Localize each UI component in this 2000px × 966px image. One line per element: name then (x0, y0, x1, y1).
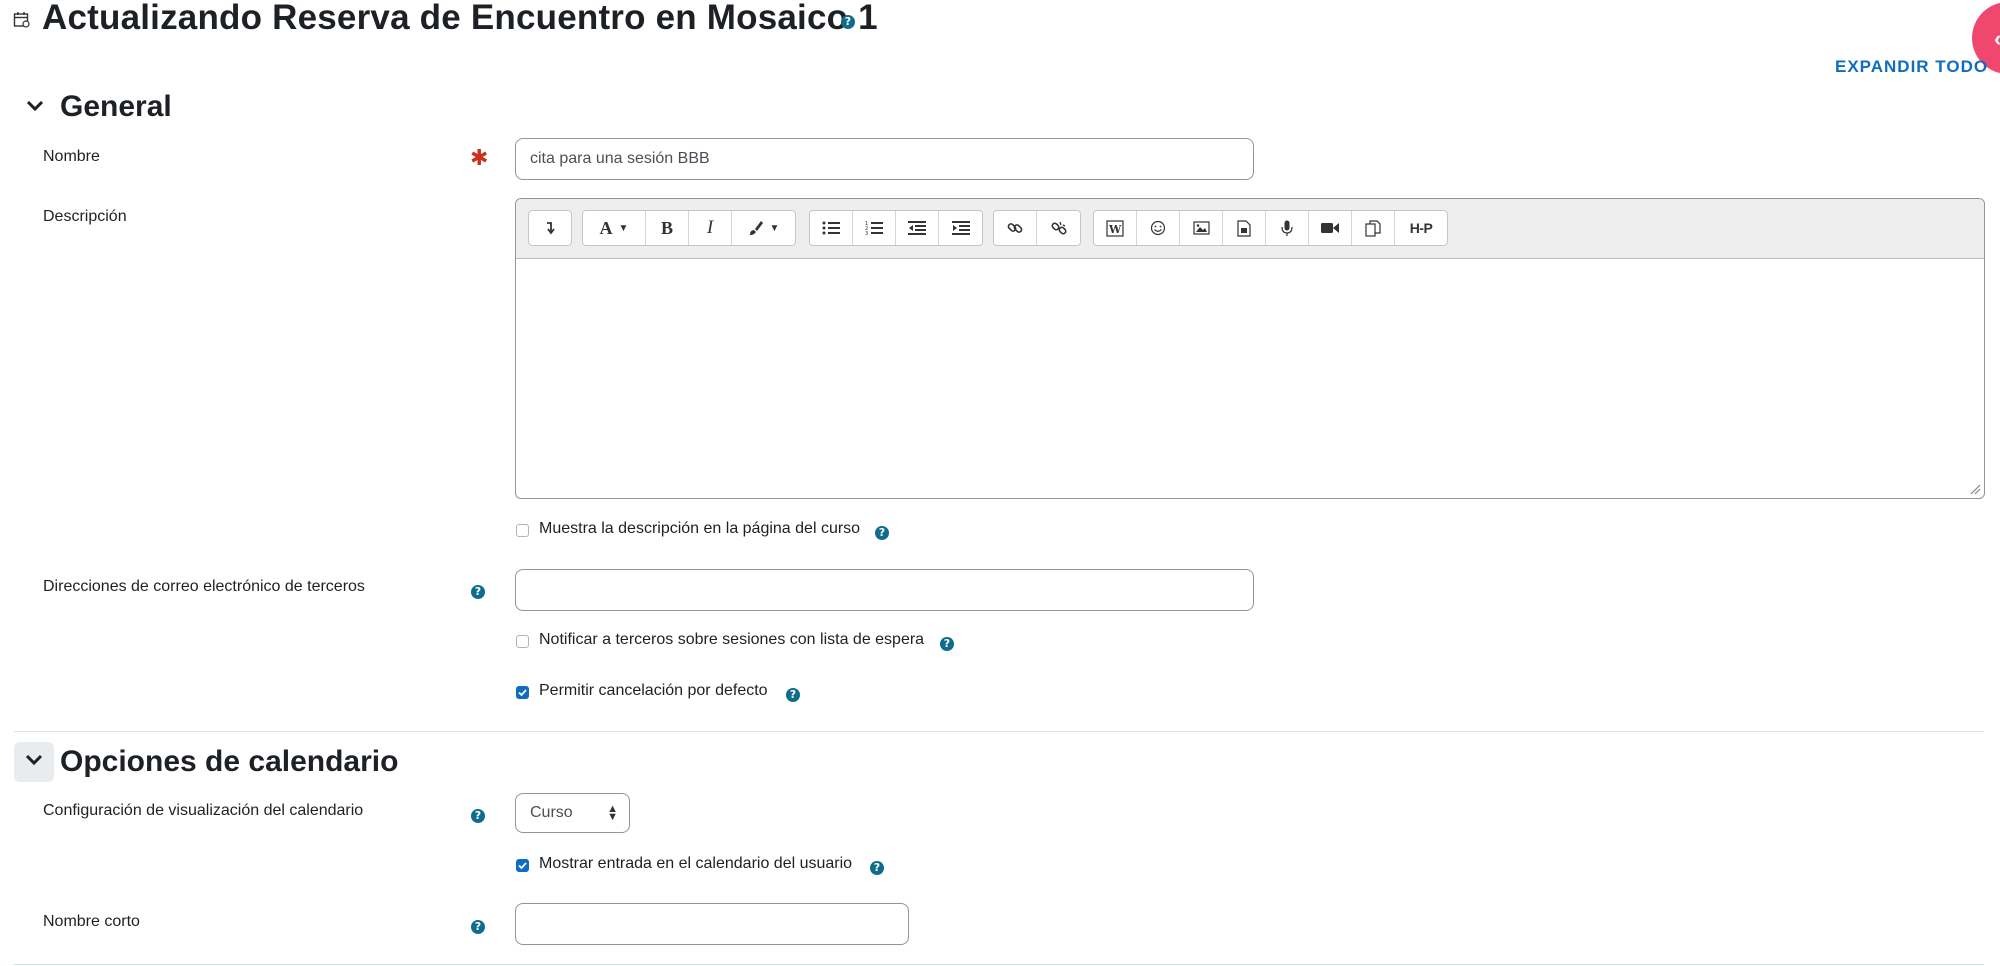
section-divider (14, 964, 1984, 965)
outdent-icon[interactable] (896, 211, 939, 245)
svg-text:3: 3 (865, 231, 868, 236)
short-name-label: Nombre corto (43, 913, 140, 930)
show-user-calendar-label: Mostrar entrada en el calendario del usu… (539, 855, 853, 872)
link-icon[interactable] (994, 211, 1037, 245)
calendar-booking-icon (13, 11, 33, 31)
record-audio-icon[interactable] (1266, 211, 1309, 245)
help-icon[interactable]: ? (841, 15, 855, 29)
help-icon[interactable]: ? (471, 809, 485, 823)
editor-toolbar: A ▼ B I ▼ 123 W H-P (516, 199, 1984, 259)
show-user-calendar-checkbox[interactable] (516, 859, 529, 872)
emoji-icon[interactable] (1137, 211, 1180, 245)
indent-icon[interactable] (939, 211, 982, 245)
bold-icon[interactable]: B (646, 211, 689, 245)
chevron-left-icon: ‹ (1994, 26, 2000, 52)
ordered-list-icon[interactable]: 123 (853, 211, 896, 245)
description-editor[interactable]: A ▼ B I ▼ 123 W H-P (515, 198, 1985, 499)
record-video-icon[interactable] (1309, 211, 1352, 245)
font-style-icon[interactable]: A ▼ (583, 211, 646, 245)
show-description-label: Muestra la descripción en la página del … (539, 520, 861, 537)
help-icon[interactable]: ? (471, 920, 485, 934)
third-party-emails-label: Direcciones de correo electrónico de ter… (43, 578, 365, 595)
allow-cancellation-checkbox[interactable] (516, 686, 529, 699)
help-icon[interactable]: ? (940, 637, 954, 651)
notify-third-party-checkbox[interactable] (516, 635, 529, 648)
section-collapse-toggle[interactable] (14, 742, 54, 782)
description-label: Descripción (43, 208, 127, 225)
show-description-checkbox[interactable] (516, 524, 529, 537)
h5p-icon[interactable]: H-P (1395, 211, 1447, 245)
short-name-input[interactable] (515, 903, 909, 945)
unordered-list-icon[interactable] (810, 211, 853, 245)
media-icon[interactable] (1223, 211, 1266, 245)
checkmark-icon (518, 689, 527, 697)
section-collapse-toggle[interactable] (15, 88, 55, 128)
italic-icon[interactable]: I (689, 211, 732, 245)
checkmark-icon (518, 862, 527, 870)
toolbar-group-media: W H-P (1093, 210, 1448, 246)
third-party-emails-input[interactable] (515, 569, 1254, 611)
word-import-icon[interactable]: W (1094, 211, 1137, 245)
unlink-icon[interactable] (1037, 211, 1080, 245)
toolbar-group-lists: 123 (809, 210, 983, 246)
page-title: Actualizando Reserva de Encuentro en Mos… (42, 0, 878, 37)
text-color-icon[interactable]: ▼ (732, 211, 795, 245)
chevron-down-icon (25, 754, 43, 766)
section-divider (14, 731, 1984, 732)
help-icon[interactable]: ? (875, 526, 889, 540)
help-icon[interactable]: ? (786, 688, 800, 702)
calendar-display-label: Configuración de visualización del calen… (43, 802, 364, 819)
calendar-display-value: Curso (530, 804, 573, 821)
select-arrows-icon: ▲ ▼ (607, 803, 618, 823)
calendar-display-select[interactable]: Curso ▲ ▼ (515, 793, 630, 833)
required-icon: ✱ (470, 145, 489, 170)
toolbar-group-collapse (528, 210, 572, 246)
allow-cancellation-label: Permitir cancelación por defecto (539, 682, 768, 699)
section-title-general: General (60, 90, 172, 123)
help-icon[interactable]: ? (870, 861, 884, 875)
name-label: Nombre (43, 148, 100, 165)
svg-text:W: W (1108, 223, 1122, 236)
section-title-calendar: Opciones de calendario (60, 745, 399, 778)
chevron-down-icon (26, 100, 44, 112)
toolbar-group-style: A ▼ B I ▼ (582, 210, 796, 246)
manage-files-icon[interactable] (1352, 211, 1395, 245)
toolbar-group-links (993, 210, 1081, 246)
collapse-icon[interactable] (529, 211, 571, 245)
image-icon[interactable] (1180, 211, 1223, 245)
name-input[interactable]: cita para una sesión BBB (515, 138, 1254, 180)
resize-handle-icon[interactable] (1969, 483, 1981, 495)
expand-all-link[interactable]: EXPANDIR TODO (1835, 57, 1988, 77)
notify-third-party-label: Notificar a terceros sobre sesiones con … (539, 631, 925, 648)
help-icon[interactable]: ? (471, 585, 485, 599)
